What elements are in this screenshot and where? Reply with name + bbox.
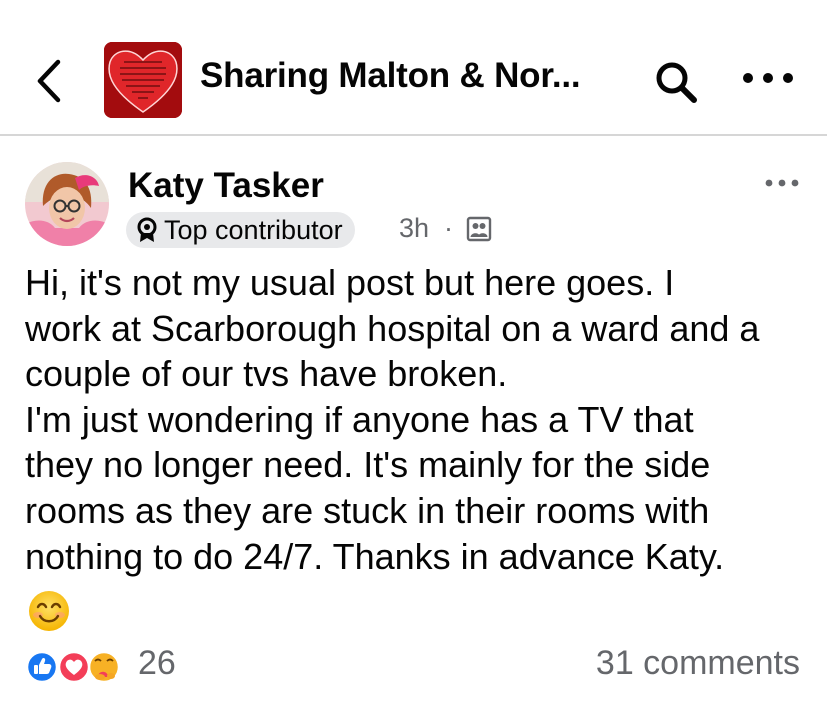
badge-label: Top contributor bbox=[164, 214, 343, 245]
author-avatar[interactable] bbox=[25, 162, 109, 246]
search-icon[interactable] bbox=[652, 58, 700, 106]
group-header: Sharing Malton & Nor... bbox=[0, 0, 827, 136]
like-icon bbox=[25, 650, 59, 684]
post-body: Hi, it's not my usual post but here goes… bbox=[25, 262, 760, 577]
ribbon-badge-icon bbox=[137, 217, 157, 242]
author-name[interactable]: Katy Tasker bbox=[128, 166, 324, 206]
reaction-count[interactable]: 26 bbox=[138, 644, 176, 683]
group-members-icon bbox=[466, 216, 492, 242]
meta-separator: · bbox=[444, 213, 453, 243]
love-icon bbox=[57, 650, 91, 684]
group-title[interactable]: Sharing Malton & Nor... bbox=[200, 56, 581, 96]
top-contributor-badge[interactable]: Top contributor bbox=[126, 212, 355, 248]
post-timestamp[interactable]: 3h bbox=[399, 213, 429, 244]
reaction-icons[interactable] bbox=[22, 650, 132, 684]
more-horizontal-icon[interactable] bbox=[740, 66, 796, 90]
post-more-icon[interactable] bbox=[764, 176, 800, 190]
group-thumbnail[interactable] bbox=[104, 42, 182, 118]
care-icon bbox=[87, 650, 121, 684]
smiling-face-emoji bbox=[29, 591, 69, 631]
chevron-left-icon[interactable] bbox=[28, 54, 72, 108]
comments-count[interactable]: 31 comments bbox=[596, 644, 800, 683]
